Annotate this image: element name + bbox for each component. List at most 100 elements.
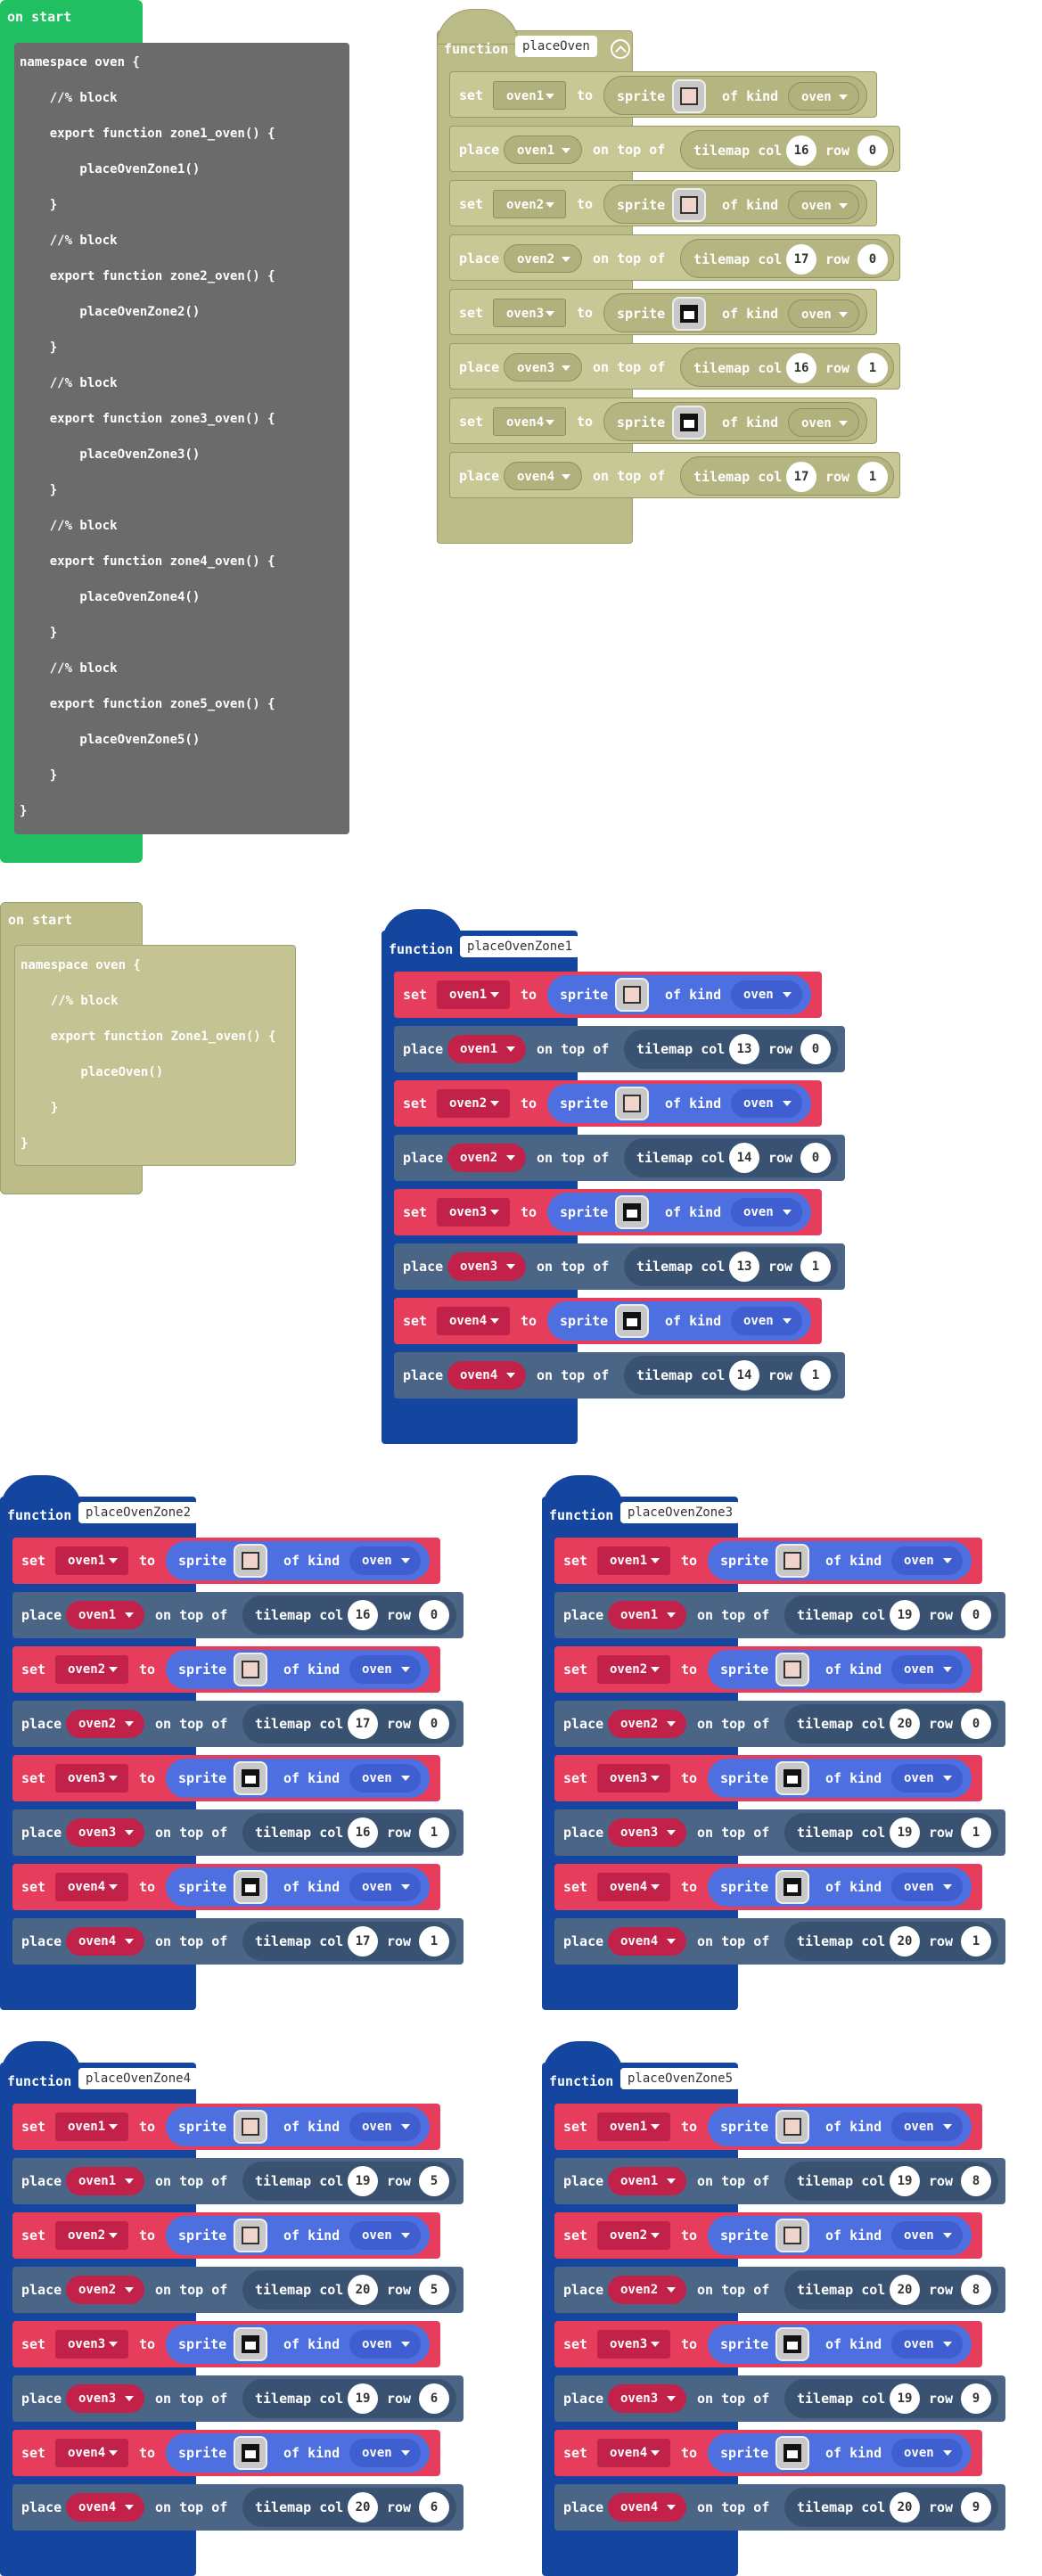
collapse-icon[interactable] bbox=[214, 1505, 234, 1525]
sprite-of-kind-block[interactable]: sprite of kind oven bbox=[708, 2107, 972, 2146]
kind-dropdown[interactable]: oven bbox=[891, 2221, 963, 2250]
kind-dropdown[interactable]: oven bbox=[891, 2112, 963, 2141]
variable-dropdown[interactable]: oven2 bbox=[66, 2276, 144, 2304]
collapse-icon[interactable] bbox=[595, 939, 615, 959]
place-on-top-of-block[interactable]: place oven3 on top of tilemap col 19 row 1 bbox=[554, 1809, 1005, 1856]
place-on-top-of-block[interactable]: place oven4 on top of tilemap col 17 row 1 bbox=[12, 1918, 464, 1965]
set-sprite-block[interactable]: set oven2 to sprite of kind oven bbox=[12, 2212, 440, 2259]
sprite-of-kind-block[interactable]: sprite of kind oven bbox=[166, 2216, 430, 2255]
sprite-of-kind-block[interactable]: sprite of kind oven bbox=[547, 1084, 811, 1123]
col-number-input[interactable]: 16 bbox=[348, 1600, 378, 1630]
tilemap-col-row-block[interactable]: tilemap col 19 row 6 bbox=[242, 2379, 456, 2418]
place-on-top-of-block[interactable]: place oven3 on top of tilemap col 19 row 6 bbox=[12, 2375, 464, 2422]
place-on-top-of-block[interactable]: place oven2 on top of tilemap col 20 row 5 bbox=[12, 2267, 464, 2313]
sprite-of-kind-block[interactable]: sprite of kind oven bbox=[603, 402, 867, 441]
sprite-of-kind-block[interactable]: sprite of kind oven bbox=[166, 1650, 430, 1689]
function-name-field[interactable]: placeOvenZone3 bbox=[620, 1502, 741, 1523]
col-number-input[interactable]: 16 bbox=[786, 353, 816, 383]
variable-dropdown[interactable]: oven3 bbox=[55, 1764, 128, 1793]
sprite-of-kind-block[interactable]: sprite of kind oven bbox=[166, 2325, 430, 2364]
col-number-input[interactable]: 20 bbox=[348, 2492, 378, 2523]
variable-dropdown[interactable]: oven4 bbox=[597, 1873, 670, 1901]
variable-dropdown[interactable]: oven2 bbox=[493, 190, 566, 218]
set-sprite-block[interactable]: set oven3 to sprite of kind oven bbox=[12, 1755, 440, 1801]
col-number-input[interactable]: 17 bbox=[348, 1709, 378, 1739]
place-on-top-of-block[interactable]: place oven4 on top of tilemap col 20 row 1 bbox=[554, 1918, 1005, 1965]
javascript-code-block-2[interactable]: namespace oven { //% block export functi… bbox=[14, 945, 296, 1166]
variable-dropdown[interactable]: oven2 bbox=[597, 1655, 670, 1684]
col-number-input[interactable]: 20 bbox=[890, 2275, 920, 2305]
place-on-top-of-block[interactable]: place oven2 on top of tilemap col 17 row 0 bbox=[12, 1701, 464, 1747]
col-number-input[interactable]: 14 bbox=[729, 1143, 759, 1173]
variable-dropdown[interactable]: oven2 bbox=[66, 1710, 144, 1738]
sprite-image-picker[interactable] bbox=[775, 1761, 809, 1795]
row-number-input[interactable]: 0 bbox=[857, 135, 888, 166]
variable-dropdown[interactable]: oven4 bbox=[608, 1927, 686, 1956]
variable-dropdown[interactable]: oven1 bbox=[597, 1546, 670, 1575]
sprite-image-picker[interactable] bbox=[234, 1653, 267, 1686]
kind-dropdown[interactable]: oven bbox=[349, 2112, 421, 2141]
tilemap-col-row-block[interactable]: tilemap col 20 row 5 bbox=[242, 2270, 456, 2309]
tilemap-col-row-block[interactable]: tilemap col 17 row 1 bbox=[242, 1922, 456, 1961]
set-sprite-block[interactable]: set oven4 to sprite of kind oven bbox=[394, 1298, 822, 1344]
variable-dropdown[interactable]: oven2 bbox=[55, 1655, 128, 1684]
kind-dropdown[interactable]: oven bbox=[349, 2330, 421, 2359]
collapse-icon[interactable] bbox=[756, 1505, 775, 1525]
col-number-input[interactable]: 17 bbox=[786, 462, 816, 492]
col-number-input[interactable]: 19 bbox=[890, 2166, 920, 2196]
kind-dropdown[interactable]: oven bbox=[891, 2439, 963, 2467]
kind-dropdown[interactable]: oven bbox=[731, 1089, 802, 1118]
row-number-input[interactable]: 0 bbox=[419, 1600, 449, 1630]
row-number-input[interactable]: 1 bbox=[419, 1926, 449, 1957]
variable-dropdown[interactable]: oven2 bbox=[608, 2276, 686, 2304]
row-number-input[interactable]: 0 bbox=[961, 1600, 991, 1630]
tilemap-col-row-block[interactable]: tilemap col 20 row 8 bbox=[784, 2270, 998, 2309]
row-number-input[interactable]: 1 bbox=[419, 1817, 449, 1848]
row-number-input[interactable]: 8 bbox=[961, 2166, 991, 2196]
variable-dropdown[interactable]: oven4 bbox=[55, 1873, 128, 1901]
variable-dropdown[interactable]: oven3 bbox=[504, 353, 582, 381]
row-number-input[interactable]: 0 bbox=[800, 1034, 831, 1064]
variable-dropdown[interactable]: oven4 bbox=[66, 2493, 144, 2522]
row-number-input[interactable]: 1 bbox=[961, 1926, 991, 1957]
sprite-of-kind-block[interactable]: sprite of kind oven bbox=[708, 1541, 972, 1580]
variable-dropdown[interactable]: oven1 bbox=[55, 1546, 128, 1575]
place-on-top-of-block[interactable]: place oven2 on top of tilemap col 17 row 0 bbox=[449, 234, 900, 281]
sprite-image-picker[interactable] bbox=[234, 2436, 267, 2470]
variable-dropdown[interactable]: oven4 bbox=[55, 2439, 128, 2467]
variable-dropdown[interactable]: oven1 bbox=[597, 2112, 670, 2141]
sprite-image-picker[interactable] bbox=[775, 2327, 809, 2361]
set-sprite-block[interactable]: set oven2 to sprite of kind oven bbox=[12, 1646, 440, 1693]
col-number-input[interactable]: 19 bbox=[890, 1600, 920, 1630]
kind-dropdown[interactable]: oven bbox=[731, 1307, 802, 1335]
tilemap-col-row-block[interactable]: tilemap col 17 row 0 bbox=[242, 1704, 456, 1743]
kind-dropdown[interactable]: oven bbox=[891, 1655, 963, 1684]
variable-dropdown[interactable]: oven3 bbox=[66, 2384, 144, 2413]
set-sprite-block[interactable]: set oven2 to sprite of kind oven bbox=[394, 1080, 822, 1127]
set-sprite-block[interactable]: set oven1 to sprite of kind oven bbox=[554, 2104, 982, 2150]
row-number-input[interactable]: 1 bbox=[857, 353, 888, 383]
variable-dropdown[interactable]: oven4 bbox=[493, 407, 566, 436]
tilemap-col-row-block[interactable]: tilemap col 19 row 8 bbox=[784, 2162, 998, 2201]
col-number-input[interactable]: 16 bbox=[348, 1817, 378, 1848]
sprite-of-kind-block[interactable]: sprite of kind oven bbox=[166, 2107, 430, 2146]
sprite-of-kind-block[interactable]: sprite of kind oven bbox=[708, 2325, 972, 2364]
kind-dropdown[interactable]: oven bbox=[731, 980, 802, 1009]
set-sprite-block[interactable]: set oven4 to sprite of kind oven bbox=[12, 1864, 440, 1910]
set-sprite-block[interactable]: set oven3 to sprite of kind oven bbox=[449, 289, 877, 335]
place-on-top-of-block[interactable]: place oven4 on top of tilemap col 17 row 1 bbox=[449, 452, 900, 498]
variable-dropdown[interactable]: oven1 bbox=[608, 1601, 686, 1629]
tilemap-col-row-block[interactable]: tilemap col 17 row 1 bbox=[680, 456, 894, 496]
variable-dropdown[interactable]: oven4 bbox=[608, 2493, 686, 2522]
sprite-of-kind-block[interactable]: sprite of kind oven bbox=[708, 1650, 972, 1689]
row-number-input[interactable]: 1 bbox=[800, 1251, 831, 1282]
set-sprite-block[interactable]: set oven4 to sprite of kind oven bbox=[554, 2430, 982, 2476]
sprite-image-picker[interactable] bbox=[775, 2219, 809, 2252]
variable-dropdown[interactable]: oven4 bbox=[66, 1927, 144, 1956]
javascript-code-block-1[interactable]: namespace oven { //% block export functi… bbox=[14, 43, 349, 834]
col-number-input[interactable]: 13 bbox=[729, 1251, 759, 1282]
sprite-image-picker[interactable] bbox=[234, 2110, 267, 2144]
variable-dropdown[interactable]: oven3 bbox=[608, 1818, 686, 1847]
sprite-image-picker[interactable] bbox=[615, 1304, 649, 1338]
kind-dropdown[interactable]: oven bbox=[891, 1764, 963, 1793]
